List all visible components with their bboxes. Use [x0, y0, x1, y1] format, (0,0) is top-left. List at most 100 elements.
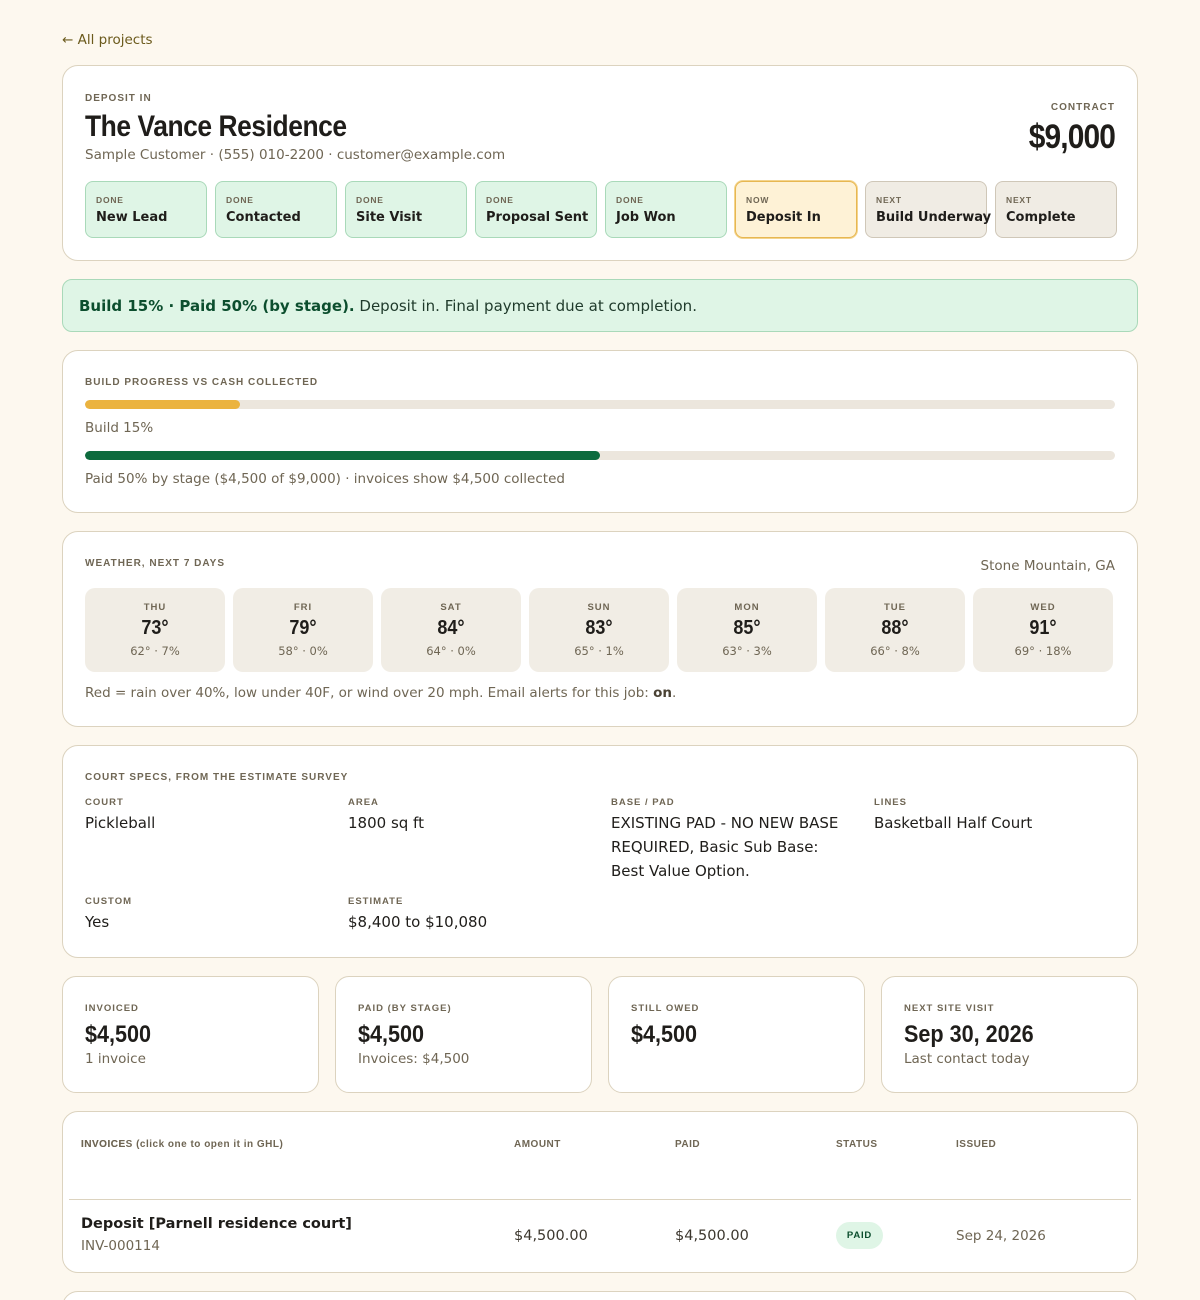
day-detail: 58° · 0% — [278, 644, 328, 658]
weather-day: FRI 79° 58° · 0% — [233, 588, 373, 672]
spec-court: COURT Pickleball — [85, 797, 330, 835]
day-name: THU — [143, 602, 167, 613]
spec-lines: LINES Basketball Half Court — [874, 797, 1119, 835]
stage-site-visit[interactable]: DONE Site Visit — [345, 181, 467, 238]
column-header-status: STATUS — [836, 1139, 878, 1150]
spec-base-pad: BASE / PAD EXISTING PAD - NO NEW BASE REQ… — [611, 797, 856, 883]
weather-day: SUN 83° 65° · 1% — [529, 588, 669, 672]
stage-tag: DONE — [96, 195, 124, 205]
weather-location: Stone Mountain, GA — [980, 558, 1115, 574]
build-progress-fill — [85, 400, 240, 409]
progress-card: BUILD PROGRESS VS CASH COLLECTED Build 1… — [62, 350, 1138, 513]
stage-tag: NEXT — [876, 195, 902, 205]
spec-estimate: ESTIMATE $8,400 to $10,080 — [348, 896, 593, 934]
customer-contact-line: Sample Customer · (555) 010-2200 · custo… — [85, 147, 506, 163]
stat-value: Sep 30, 2026 — [904, 1021, 1034, 1048]
paid-progress-caption: Paid 50% by stage ($4,500 of $9,000) · i… — [85, 471, 565, 487]
day-high: 84° — [437, 617, 465, 639]
stage-proposal-sent[interactable]: DONE Proposal Sent — [475, 181, 597, 238]
stat-sub: 1 invoice — [85, 1051, 146, 1067]
stage-complete[interactable]: NEXT Complete — [995, 181, 1117, 238]
stage-build-underway[interactable]: NEXT Build Underway — [865, 181, 992, 238]
stage-new-lead[interactable]: DONE New Lead — [85, 181, 207, 238]
stage-name: Build Underway — [876, 210, 992, 225]
paid-progress-bar — [85, 451, 1115, 460]
stat-label: NEXT SITE VISIT — [904, 1003, 995, 1014]
back-to-projects-link[interactable]: ← All projects — [62, 32, 153, 48]
stage-job-won[interactable]: DONE Job Won — [605, 181, 727, 238]
next-section-card — [62, 1291, 1138, 1300]
stat-sub: Invoices: $4,500 — [358, 1051, 470, 1067]
weather-day: THU 73° 62° · 7% — [85, 588, 225, 672]
project-header-card: DEPOSIT IN The Vance Residence Sample Cu… — [62, 65, 1138, 261]
banner-text: Deposit in. Final payment due at complet… — [354, 297, 697, 315]
day-name: SAT — [440, 602, 462, 613]
stat-value: $4,500 — [631, 1021, 698, 1048]
stat-sub: Last contact today — [904, 1051, 1030, 1067]
stat-label: STILL OWED — [631, 1003, 700, 1014]
column-header-amount: AMOUNT — [514, 1139, 561, 1150]
stage-name: Proposal Sent — [486, 210, 589, 225]
court-specs-card: COURT SPECS, FROM THE ESTIMATE SURVEY CO… — [62, 745, 1138, 958]
stage-tag: DONE — [486, 195, 514, 205]
day-detail: 69° · 18% — [1014, 644, 1072, 658]
stat-value: $4,500 — [85, 1021, 152, 1048]
day-name: MON — [734, 602, 760, 613]
spec-value: EXISTING PAD - NO NEW BASE REQUIRED, Bas… — [611, 814, 839, 880]
stage-tag: NOW — [746, 195, 770, 205]
spec-value: Yes — [85, 913, 110, 931]
spec-value: 1800 sq ft — [348, 814, 424, 832]
project-status-label: DEPOSIT IN — [85, 93, 152, 104]
weather-days: THU 73° 62° · 7% FRI 79° 58° · 0% SAT 84° 64° … — [85, 588, 1113, 672]
table-divider — [69, 1199, 1131, 1200]
status-banner: Build 15% · Paid 50% (by stage). Deposit… — [62, 279, 1138, 332]
day-name: FRI — [293, 602, 313, 613]
progress-section-label: BUILD PROGRESS VS CASH COLLECTED — [85, 377, 319, 388]
stage-name: Complete — [1006, 210, 1076, 225]
day-detail: 66° · 8% — [870, 644, 920, 658]
weather-alert-status[interactable]: on — [653, 685, 672, 701]
stage-tag: DONE — [616, 195, 644, 205]
stage-name: Site Visit — [356, 210, 423, 225]
spec-label: CUSTOM — [85, 896, 132, 907]
stage-deposit-in[interactable]: NOW Deposit In — [735, 181, 857, 238]
paid-progress-fill — [85, 451, 600, 460]
weather-card: WEATHER, NEXT 7 DAYS Stone Mountain, GA … — [62, 531, 1138, 727]
banner-summary: Build 15% · Paid 50% (by stage). — [79, 297, 355, 315]
stage-tag: NEXT — [1006, 195, 1032, 205]
column-header-paid: PAID — [675, 1139, 701, 1150]
build-progress-caption: Build 15% — [85, 420, 154, 436]
weather-day: MON 85° 63° · 3% — [677, 588, 817, 672]
spec-area: AREA 1800 sq ft — [348, 797, 593, 835]
spec-label: LINES — [874, 797, 907, 808]
day-name: WED — [1030, 602, 1056, 613]
stat-label: INVOICED — [85, 1003, 139, 1014]
stage-name: New Lead — [96, 210, 168, 225]
spec-label: BASE / PAD — [611, 797, 675, 808]
spec-value: $8,400 to $10,080 — [348, 913, 488, 931]
day-name: TUE — [884, 602, 906, 613]
invoice-number: INV-000114 — [81, 1238, 160, 1254]
stat-value: $4,500 — [358, 1021, 425, 1048]
stage-tag: DONE — [356, 195, 384, 205]
contract-label: CONTRACT — [1050, 102, 1115, 113]
weather-alert-note: Red = rain over 40%, low under 40F, or w… — [85, 685, 676, 701]
invoice-issued-date: Sep 24, 2026 — [956, 1228, 1046, 1244]
stage-name: Contacted — [226, 210, 301, 225]
day-name: SUN — [587, 602, 611, 613]
stat-label: PAID (BY STAGE) — [358, 1003, 452, 1014]
day-high: 88° — [881, 617, 909, 639]
day-high: 85° — [733, 617, 761, 639]
day-high: 79° — [289, 617, 317, 639]
spec-value: Basketball Half Court — [874, 814, 1033, 832]
stat-still-owed: STILL OWED $4,500 — [608, 976, 865, 1093]
invoice-name[interactable]: Deposit [Parnell residence court] — [81, 1216, 352, 1232]
day-high: 73° — [141, 617, 169, 639]
status-badge: PAID — [836, 1222, 883, 1249]
weather-section-label: WEATHER, NEXT 7 DAYS — [85, 558, 226, 569]
weather-day: WED 91° 69° · 18% — [973, 588, 1113, 672]
stage-contacted[interactable]: DONE Contacted — [215, 181, 337, 238]
spec-label: ESTIMATE — [348, 896, 404, 907]
day-detail: 62° · 7% — [130, 644, 180, 658]
spec-label: AREA — [348, 797, 379, 808]
